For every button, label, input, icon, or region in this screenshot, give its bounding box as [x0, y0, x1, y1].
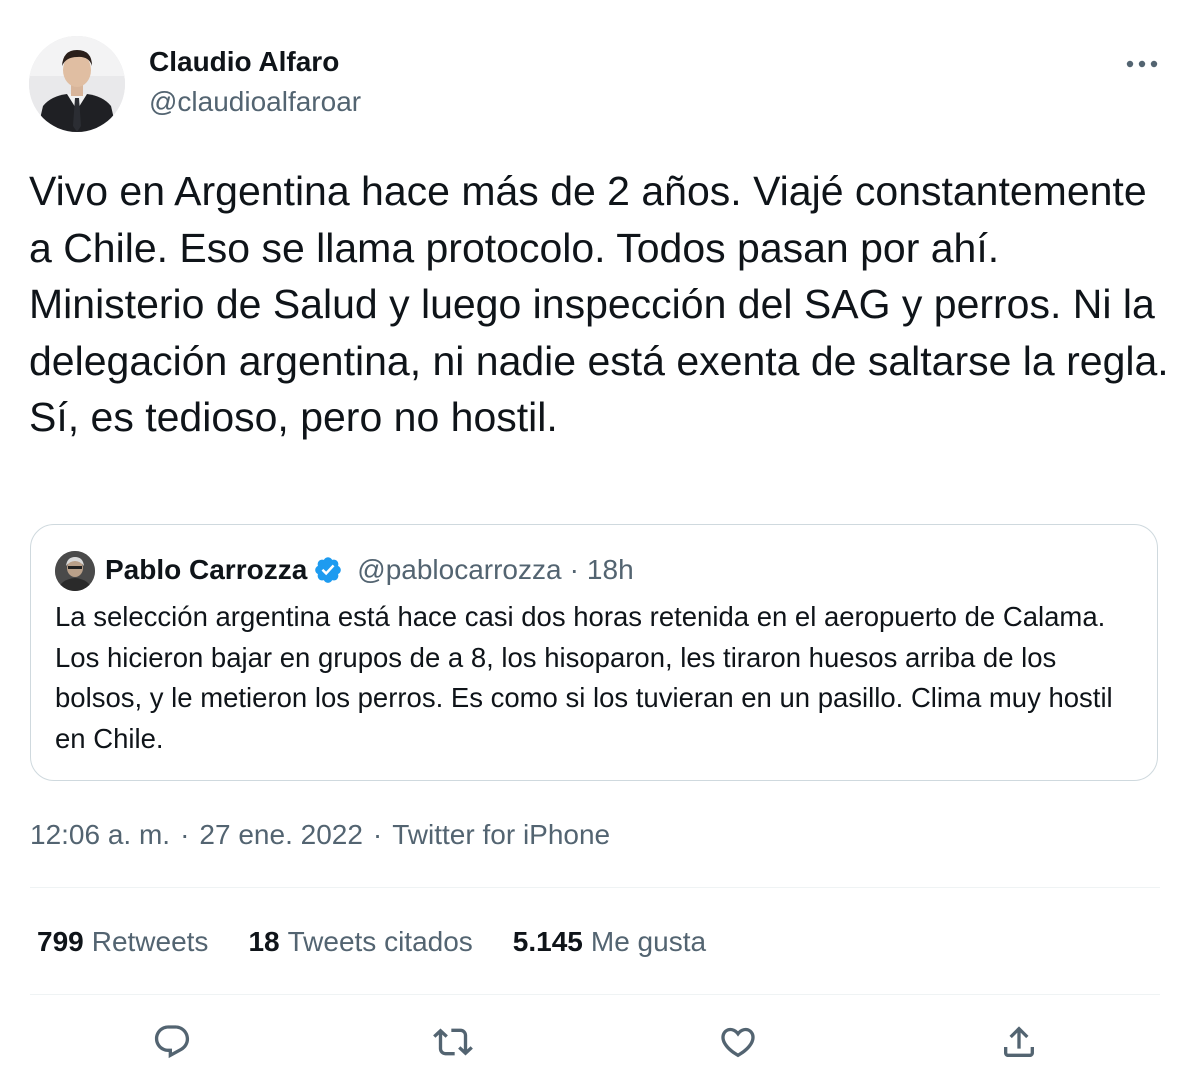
likes-count: 5.145	[512, 926, 583, 957]
reply-icon	[154, 1025, 190, 1059]
tweet-text: Vivo en Argentina hace más de 2 años. Vi…	[29, 168, 1169, 440]
quoted-tweet-text: La selección argentina está hace casi do…	[55, 601, 1113, 754]
retweets-label: Retweets	[91, 926, 209, 957]
like-button[interactable]	[714, 1018, 762, 1066]
retweet-button[interactable]	[429, 1018, 477, 1066]
more-dots-icon	[1126, 60, 1158, 68]
divider-top	[30, 887, 1160, 888]
quote-tweets-label: Tweets citados	[287, 926, 473, 957]
author-name[interactable]: Claudio Alfaro	[149, 44, 339, 80]
likes-stat[interactable]: 5.145 Me gusta	[513, 922, 706, 962]
quoted-tweet-header: Pablo Carrozza @pablocarrozza · 18h	[105, 553, 634, 587]
quote-tweets-stat[interactable]: 18 Tweets citados	[248, 922, 472, 962]
author-avatar-image	[29, 36, 125, 132]
quoted-author-handle[interactable]: @pablocarrozza	[357, 554, 561, 586]
quoted-tweet-card[interactable]: Pablo Carrozza @pablocarrozza · 18h La s…	[30, 524, 1158, 781]
likes-label: Me gusta	[590, 926, 707, 957]
tweet-source-link[interactable]: Twitter for iPhone	[392, 819, 610, 850]
engagement-stats: 799 Retweets 18 Tweets citados 5.145 Me gus…	[37, 922, 706, 962]
retweets-count: 799	[37, 926, 84, 957]
quoted-tweet-time[interactable]: 18h	[587, 554, 634, 586]
tweet-date[interactable]: 27 ene. 2022	[199, 819, 363, 850]
retweet-icon	[433, 1028, 473, 1056]
more-options-button[interactable]	[1118, 46, 1166, 82]
author-handle[interactable]: @claudioalfaroar	[149, 84, 361, 120]
tweet: Claudio Alfaro @claudioalfaroar Vivo en …	[0, 0, 1190, 1082]
retweets-stat[interactable]: 799 Retweets	[37, 922, 208, 962]
divider-bottom	[30, 994, 1160, 995]
verified-badge-icon	[315, 557, 342, 583]
meta-separator-2: ·	[372, 819, 383, 850]
meta-separator: ·	[180, 819, 190, 850]
share-icon	[1004, 1026, 1034, 1057]
quote-tweets-count: 18	[248, 926, 280, 957]
share-button[interactable]	[995, 1018, 1043, 1066]
reply-button[interactable]	[148, 1018, 196, 1066]
quoted-author-name[interactable]: Pablo Carrozza	[105, 554, 307, 586]
tweet-time[interactable]: 12:06 a. m.	[30, 819, 170, 850]
like-icon	[721, 1027, 755, 1058]
quoted-header-separator: ·	[569, 554, 579, 585]
quoted-avatar-image	[55, 551, 95, 591]
author-avatar[interactable]	[29, 36, 125, 132]
quoted-author-avatar[interactable]	[55, 551, 95, 591]
tweet-meta: 12:06 a. m. · 27 ene. 2022 · Twitter for iPh…	[30, 816, 610, 854]
